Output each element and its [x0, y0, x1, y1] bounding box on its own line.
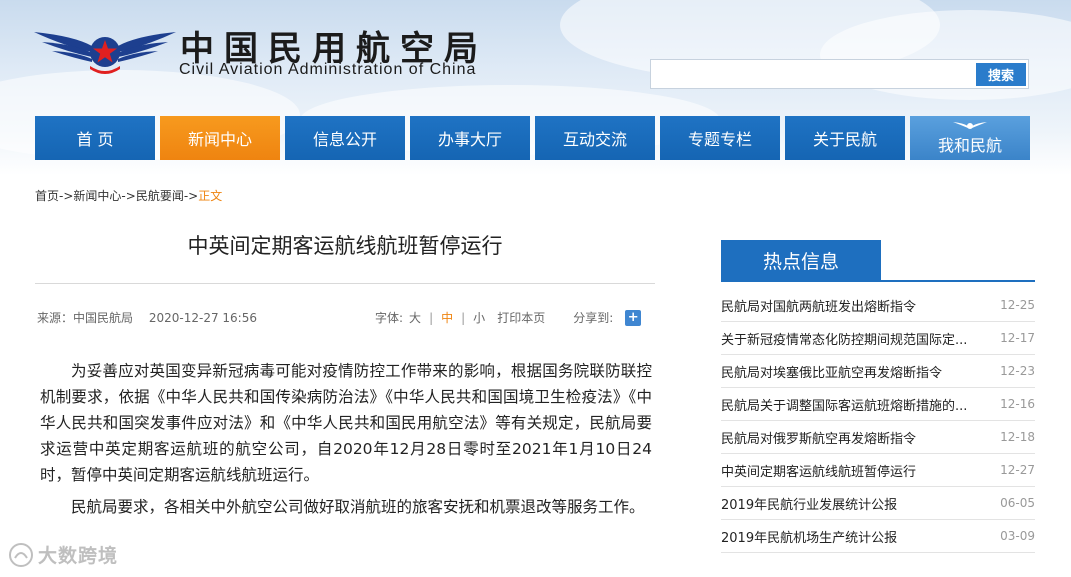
- list-item[interactable]: 民航局对俄罗斯航空再发熔断指令 12-18: [721, 421, 1035, 454]
- search-input[interactable]: [651, 60, 971, 88]
- list-item-title: 2019年民航行业发展统计公报: [721, 497, 898, 513]
- wing-icon: [953, 122, 987, 129]
- list-item-date: 12-25: [1000, 298, 1035, 312]
- nav-item-about[interactable]: 关于民航: [785, 116, 905, 160]
- separator: |: [429, 310, 434, 325]
- article-tools: 字体: 大 | 中 | 小 打印本页 分享到: +: [375, 309, 642, 326]
- breadcrumb-current: 正文: [198, 189, 223, 203]
- nav-item-news-center[interactable]: 新闻中心: [160, 116, 280, 160]
- list-item-title: 中英间定期客运航线航班暂停运行: [721, 464, 917, 480]
- main-nav: 首 页 新闻中心 信息公开 办事大厅 互动交流 专题专栏 关于民航 我和民航: [35, 116, 1030, 160]
- list-item-date: 12-16: [1000, 397, 1035, 411]
- watermark-logo-icon: [9, 542, 33, 567]
- search-box: 搜索: [650, 59, 1029, 89]
- breadcrumb: 首页->新闻中心->民航要闻->正文: [35, 187, 222, 204]
- list-item[interactable]: 2019年民航行业发展统计公报 06-05: [721, 487, 1035, 520]
- list-item[interactable]: 2019年民航机场生产统计公报 03-09: [721, 520, 1035, 553]
- hot-info-divider: [721, 280, 1035, 282]
- nav-item-home[interactable]: 首 页: [35, 116, 155, 160]
- list-item-title: 民航局对埃塞俄比亚航空再发熔断指令: [721, 365, 943, 381]
- nav-item-label: 我和民航: [937, 136, 1002, 155]
- article-title: 中英间定期客运航线航班暂停运行: [187, 234, 503, 258]
- list-item-title: 民航局对国航两航班发出熔断指令: [721, 299, 917, 315]
- list-item[interactable]: 关于新冠疫情常态化防控期间规范国际定... 12-17: [721, 322, 1035, 355]
- list-item-date: 06-05: [1000, 496, 1035, 510]
- list-item-title: 民航局对俄罗斯航空再发熔断指令: [721, 431, 917, 447]
- list-item-title: 民航局关于调整国际客运航班熔断措施的...: [721, 398, 968, 414]
- article-source: 来源：中国民航局: [37, 311, 134, 325]
- list-item[interactable]: 民航局对国航两航班发出熔断指令 12-25: [721, 289, 1035, 322]
- breadcrumb-news[interactable]: 新闻中心: [73, 189, 121, 203]
- article-body: 为妥善应对英国变异新冠病毒可能对疫情防控工作带来的影响，根据国务院联防联控机制要…: [40, 358, 652, 526]
- list-item[interactable]: 中英间定期客运航线航班暂停运行 12-27: [721, 454, 1035, 487]
- list-item-date: 03-09: [1000, 529, 1035, 543]
- share-label: 分享到:: [573, 311, 614, 325]
- list-item[interactable]: 民航局关于调整国际客运航班熔断措施的... 12-16: [721, 388, 1035, 421]
- font-size-large-button[interactable]: 大: [409, 309, 421, 326]
- nav-item-info-disclosure[interactable]: 信息公开: [285, 116, 405, 160]
- nav-item-interaction[interactable]: 互动交流: [535, 116, 655, 160]
- font-size-medium-button[interactable]: 中: [441, 309, 453, 326]
- nav-item-service-hall[interactable]: 办事大厅: [410, 116, 530, 160]
- site-title-en: Civil Aviation Administration of China: [179, 61, 477, 78]
- breadcrumb-separator: ->: [121, 189, 136, 203]
- nav-item-me-and-civil-aviation[interactable]: 我和民航: [910, 116, 1030, 160]
- separator: |: [461, 310, 466, 325]
- caac-logo-icon: [34, 32, 176, 74]
- list-item-date: 12-18: [1000, 430, 1035, 444]
- font-size-small-button[interactable]: 小: [473, 309, 485, 326]
- share-plus-icon[interactable]: +: [625, 309, 642, 326]
- font-size-label: 字体:: [375, 311, 404, 325]
- hot-info-list: 民航局对国航两航班发出熔断指令 12-25 关于新冠疫情常态化防控期间规范国际定…: [721, 289, 1035, 553]
- search-button[interactable]: 搜索: [976, 63, 1026, 86]
- article-date: 2020-12-27 16:56: [148, 311, 257, 325]
- breadcrumb-section[interactable]: 民航要闻: [136, 189, 184, 203]
- list-item-title: 关于新冠疫情常态化防控期间规范国际定...: [721, 332, 968, 348]
- breadcrumb-separator: ->: [59, 189, 74, 203]
- list-item-date: 12-27: [1000, 463, 1035, 477]
- nav-item-special-topics[interactable]: 专题专栏: [660, 116, 780, 160]
- article-meta: 来源：中国民航局 2020-12-27 16:56: [37, 309, 257, 326]
- title-divider: [35, 283, 655, 284]
- list-item-date: 12-17: [1000, 331, 1035, 345]
- hot-info-title: 热点信息: [721, 240, 881, 280]
- watermark-text: 大数跨境: [38, 545, 119, 567]
- list-item-date: 12-23: [1000, 364, 1035, 378]
- print-page-button[interactable]: 打印本页: [497, 309, 545, 326]
- list-item[interactable]: 民航局对埃塞俄比亚航空再发熔断指令 12-23: [721, 355, 1035, 388]
- breadcrumb-home[interactable]: 首页: [35, 189, 59, 203]
- breadcrumb-separator: ->: [183, 189, 199, 203]
- watermark: 大数跨境: [8, 541, 118, 568]
- article-paragraph: 为妥善应对英国变异新冠病毒可能对疫情防控工作带来的影响，根据国务院联防联控机制要…: [40, 362, 652, 484]
- article-paragraph: 民航局要求，各相关中外航空公司做好取消航班的旅客安抚和机票退改等服务工作。: [71, 498, 645, 516]
- list-item-title: 2019年民航机场生产统计公报: [721, 530, 898, 546]
